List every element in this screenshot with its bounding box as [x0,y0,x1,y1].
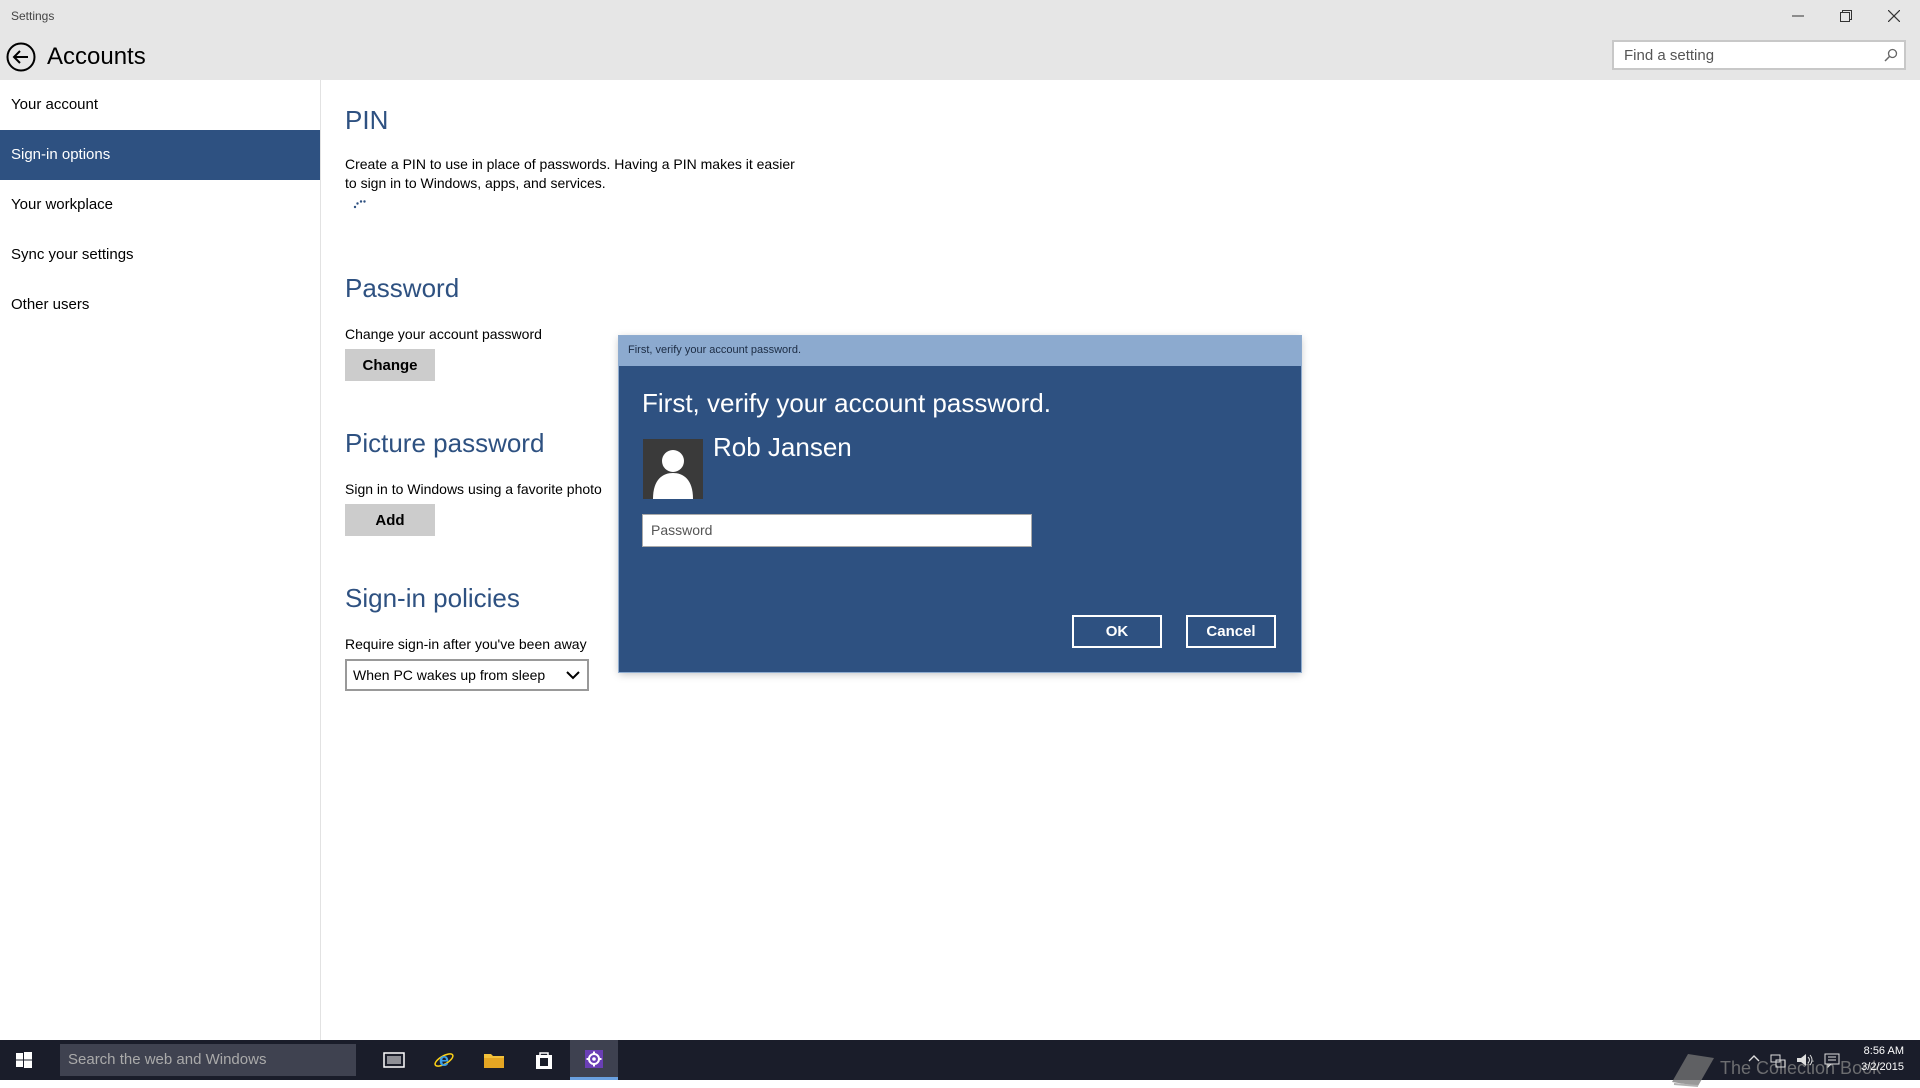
sidebar-item-your-account[interactable]: Your account [0,80,320,130]
sidebar-item-sync-settings[interactable]: Sync your settings [0,230,320,280]
search-input[interactable] [1614,42,1884,68]
chevron-up-icon[interactable] [1748,1052,1760,1064]
sidebar-item-label: Sign-in options [11,146,111,163]
clock-time: 8:56 AM [1863,1045,1904,1057]
svg-text:e: e [439,1050,449,1070]
taskbar: Search the web and Windows e The Collect… [0,1040,1920,1087]
add-picture-password-button[interactable]: Add [345,504,435,536]
volume-icon[interactable] [1796,1052,1814,1068]
pin-title: PIN [345,105,389,135]
search-box[interactable] [1612,40,1906,70]
folder-icon [484,1054,504,1068]
dialog-titlebar-text: First, verify your account password. [628,344,802,356]
avatar [643,439,703,499]
verify-password-dialog: First, verify your account password. Fir… [619,336,1301,672]
start-button[interactable] [0,1040,48,1080]
restore-icon [1840,9,1852,22]
taskbar-file-explorer[interactable] [470,1040,518,1080]
store-bag-icon [536,1052,552,1069]
loading-spinner-icon [353,200,366,209]
picture-password-title: Picture password [345,428,545,458]
signin-policies-title: Sign-in policies [345,583,520,613]
task-view-icon [383,1052,405,1068]
sidebar-item-label: Your account [11,96,99,113]
signin-policies-description: Require sign-in after you've been away [345,636,587,652]
window-title: Settings [11,9,55,23]
restore-button[interactable] [1822,0,1870,31]
dropdown-selected-value: When PC wakes up from sleep [353,667,546,683]
user-name: Rob Jansen [713,432,852,462]
pin-description-line1: Create a PIN to use in place of password… [345,156,795,172]
search-icon[interactable] [1884,48,1898,62]
close-button[interactable] [1870,0,1918,31]
picture-password-description: Sign in to Windows using a favorite phot… [345,481,602,497]
chevron-down-icon [566,671,580,680]
app-header: Accounts [0,31,1920,80]
taskbar-search-box[interactable]: Search the web and Windows [60,1044,356,1076]
taskbar-clock[interactable]: 8:56 AM 3/2/2015 [1852,1043,1904,1075]
minimize-icon [1792,15,1804,16]
sidebar-item-your-workplace[interactable]: Your workplace [0,180,320,230]
back-arrow-icon[interactable] [6,42,36,72]
sidebar-item-label: Sync your settings [11,246,134,263]
internet-explorer-icon: e [434,1050,454,1070]
password-input[interactable] [643,515,1029,544]
windows-logo-icon [16,1052,32,1068]
book-logo-icon [1672,1054,1714,1087]
dialog-heading: First, verify your account password. [642,388,1051,418]
cancel-button[interactable]: Cancel [1186,615,1276,648]
gear-icon [585,1049,603,1068]
task-view-button[interactable] [370,1040,418,1080]
sidebar-item-sign-in-options[interactable]: Sign-in options [0,130,320,180]
password-title: Password [345,273,460,303]
change-password-button[interactable]: Change [345,349,435,381]
taskbar-store[interactable] [520,1040,568,1080]
user-icon [653,450,693,499]
dialog-titlebar: First, verify your account password. [619,336,1301,366]
pin-description-line2: to sign in to Windows, apps, and service… [345,175,606,191]
taskbar-ie[interactable]: e [420,1040,468,1080]
clock-date: 3/2/2015 [1861,1061,1904,1073]
sidebar-item-label: Your workplace [11,196,114,213]
close-icon [1888,9,1900,22]
password-description: Change your account password [345,326,542,342]
network-icon[interactable] [1770,1052,1786,1068]
minimize-button[interactable] [1774,0,1822,31]
sidebar-item-other-users[interactable]: Other users [0,280,320,330]
taskbar-settings[interactable] [570,1040,618,1080]
signin-policy-dropdown[interactable]: When PC wakes up from sleep [345,659,589,691]
sidebar-item-label: Other users [11,296,90,313]
page-title: Accounts [47,43,146,70]
ok-button[interactable]: OK [1072,615,1162,648]
notifications-icon[interactable] [1824,1052,1840,1068]
password-field[interactable] [642,514,1032,547]
window-titlebar: Settings [0,0,1920,31]
sidebar: Your account Sign-in options Your workpl… [0,80,321,1040]
